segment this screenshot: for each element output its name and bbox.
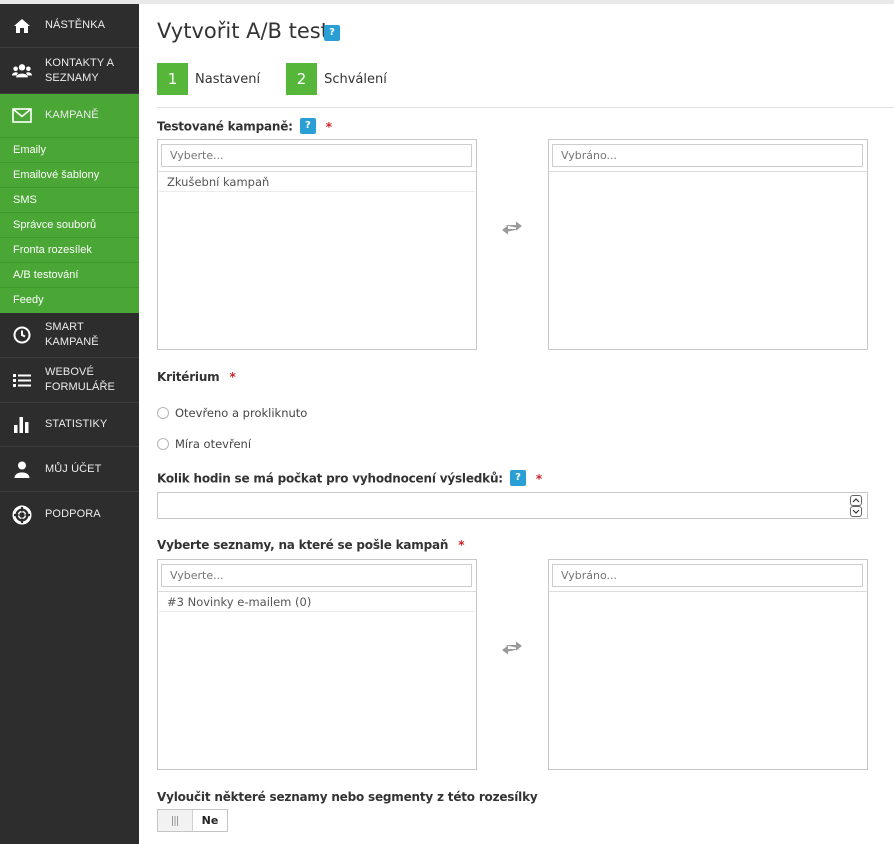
transfer-arrows-icon[interactable]: [501, 220, 523, 236]
sidebar-item-label: KONTAKTY A SEZNAMY: [45, 56, 114, 84]
toggle-value: Ne: [201, 814, 219, 827]
campaigns-selected-filter-input[interactable]: [552, 144, 863, 167]
submenu-item-email-templates[interactable]: Emailové šablony: [0, 163, 139, 188]
envelope-icon: [12, 106, 32, 126]
sidebar-item-support[interactable]: PODPORA: [0, 492, 139, 537]
required-marker: *: [535, 471, 542, 486]
exclude-label: Vyloučit některé seznamy nebo segmenty z…: [157, 790, 538, 804]
divider: [549, 591, 867, 592]
radio-label: Otevřeno a prokliknuto: [175, 406, 308, 420]
sidebar-item-label: PODPORA: [45, 508, 101, 520]
wizard-steps: 1 Nastavení 2 Schválení: [157, 63, 413, 95]
required-marker: *: [229, 370, 236, 384]
divider: [158, 591, 476, 592]
hours-label: Kolik hodin se má počkat pro vyhodnocení…: [157, 470, 542, 487]
divider: [157, 107, 894, 108]
criterion-option-open-rate[interactable]: Míra otevření: [157, 437, 251, 451]
required-marker: *: [325, 119, 332, 134]
spin-down-button[interactable]: [850, 506, 862, 517]
step-number: 1: [157, 63, 188, 95]
user-icon: [12, 459, 32, 479]
lists-selected-filter-input[interactable]: [552, 564, 863, 587]
spin-up-button[interactable]: [850, 495, 862, 506]
submenu-item-file-manager[interactable]: Správce souborů: [0, 213, 139, 238]
campaigns-selected-list: [548, 139, 868, 350]
sidebar-item-label: NÁSTĚNKA: [45, 19, 106, 31]
divider: [549, 171, 867, 172]
campaigns-label: Testované kampaně: ? *: [157, 118, 332, 135]
criterion-label: Kritérium *: [157, 370, 236, 384]
divider: [158, 171, 476, 172]
transfer-arrows-icon[interactable]: [501, 640, 523, 656]
radio-button[interactable]: [157, 407, 169, 419]
submenu-item-sms[interactable]: SMS: [0, 188, 139, 213]
home-icon: [12, 16, 32, 36]
sidebar-item-label: KAMPANĚ: [45, 109, 99, 121]
page-title: Vytvořit A/B test ?: [157, 19, 340, 43]
lists-selected-list: [548, 559, 868, 770]
grip-icon: [172, 815, 178, 826]
lists-filter-input[interactable]: [161, 564, 472, 587]
sidebar-item-campaigns[interactable]: KAMPANĚ: [0, 94, 139, 138]
hours-input[interactable]: [157, 492, 868, 519]
sidebar-item-web-forms[interactable]: WEBOVÉ FORMULÁŘE: [0, 358, 139, 403]
sidebar-item-label: STATISTIKY: [45, 418, 108, 430]
sidebar-item-smart-campaigns[interactable]: SMART KAMPANĚ: [0, 313, 139, 358]
list-icon: [12, 370, 32, 390]
submenu-item-ab-testing[interactable]: A/B testování: [0, 263, 139, 288]
list-item[interactable]: Zkušební kampaň: [159, 173, 475, 192]
lists-label-text: Vyberte seznamy, na které se pošle kampa…: [157, 538, 449, 552]
step-label: Schválení: [324, 71, 387, 87]
step-settings[interactable]: 1 Nastavení: [157, 63, 260, 95]
campaigns-available-list: Zkušební kampaň: [157, 139, 477, 350]
submenu-item-emails[interactable]: Emaily: [0, 138, 139, 163]
help-icon[interactable]: ?: [299, 118, 316, 134]
lifebuoy-icon: [12, 505, 32, 525]
step-number: 2: [286, 63, 318, 95]
exclude-toggle[interactable]: Ne: [157, 809, 228, 832]
sidebar-item-statistics[interactable]: STATISTIKY: [0, 403, 139, 447]
lists-label: Vyberte seznamy, na které se pošle kampa…: [157, 538, 464, 552]
sidebar: NÁSTĚNKA KONTAKTY A SEZNAMY KAMPANĚ Emai…: [0, 4, 139, 844]
criterion-option-open-click[interactable]: Otevřeno a prokliknuto: [157, 406, 307, 420]
hours-label-text: Kolik hodin se má počkat pro vyhodnocení…: [157, 471, 503, 486]
criterion-label-text: Kritérium: [157, 370, 220, 384]
users-icon: [12, 61, 32, 81]
sidebar-item-label: SMART KAMPANĚ: [45, 321, 99, 348]
campaigns-submenu: Emaily Emailové šablony SMS Správce soub…: [0, 138, 139, 313]
step-label: Nastavení: [195, 71, 261, 87]
help-icon[interactable]: ?: [324, 25, 340, 41]
bar-chart-icon: [12, 415, 32, 435]
exclude-label-text: Vyloučit některé seznamy nebo segmenty z…: [157, 790, 538, 804]
sidebar-item-dashboard[interactable]: NÁSTĚNKA: [0, 4, 139, 48]
toggle-handle[interactable]: [158, 810, 193, 831]
step-approval[interactable]: 2 Schválení: [286, 63, 387, 95]
clock-icon: [12, 325, 32, 345]
required-marker: *: [458, 538, 465, 552]
sidebar-item-label: MŮJ ÚČET: [45, 462, 102, 475]
radio-button[interactable]: [157, 438, 169, 450]
radio-label: Míra otevření: [175, 437, 252, 451]
list-item[interactable]: #3 Novinky e-mailem (0): [159, 593, 475, 612]
sidebar-item-my-account[interactable]: MŮJ ÚČET: [0, 447, 139, 492]
page-title-text: Vytvořit A/B test: [157, 19, 329, 43]
submenu-item-feeds[interactable]: Feedy: [0, 288, 139, 313]
submenu-item-send-queue[interactable]: Fronta rozesílek: [0, 238, 139, 263]
help-icon[interactable]: ?: [509, 470, 526, 486]
sidebar-item-contacts[interactable]: KONTAKTY A SEZNAMY: [0, 48, 139, 94]
campaigns-filter-input[interactable]: [161, 144, 472, 167]
sidebar-item-label: WEBOVÉ FORMULÁŘE: [45, 366, 115, 393]
lists-available-list: #3 Novinky e-mailem (0): [157, 559, 477, 770]
campaigns-label-text: Testované kampaně:: [157, 119, 293, 134]
